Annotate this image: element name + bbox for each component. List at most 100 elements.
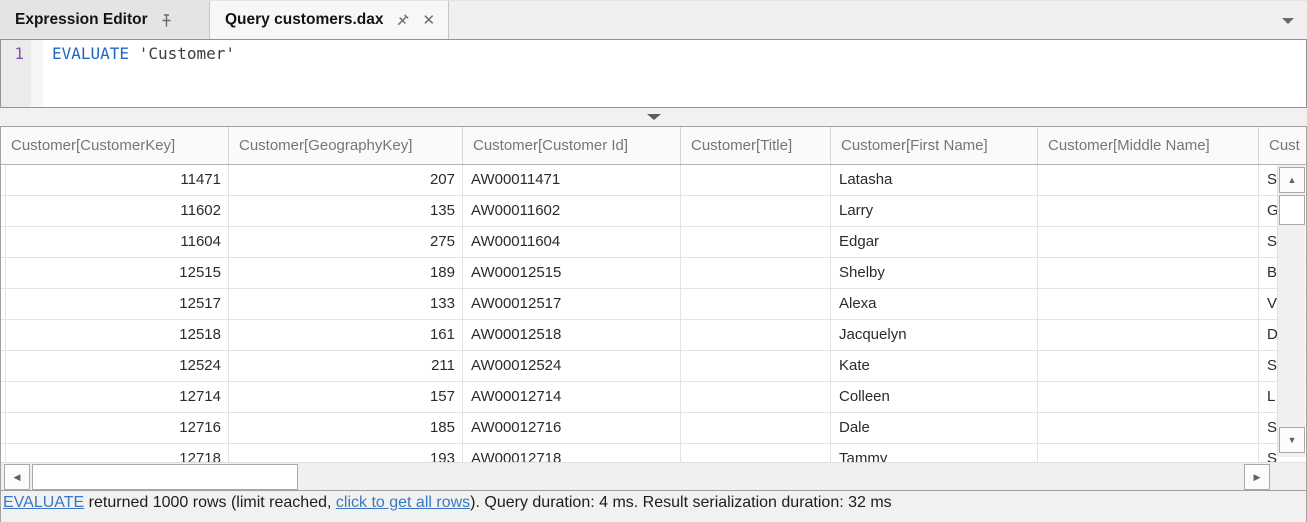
table-cell: AW00012714 <box>463 382 681 413</box>
table-cell: 12718 <box>6 444 229 462</box>
column-header[interactable]: Cust <box>1259 127 1306 164</box>
table-cell: 193 <box>229 444 463 462</box>
table-cell: AW00011602 <box>463 196 681 227</box>
gutter-margin <box>31 40 43 107</box>
pin-icon[interactable] <box>395 13 410 28</box>
table-cell: 12716 <box>6 413 229 444</box>
status-text: returned 1000 rows (limit reached, <box>84 494 336 511</box>
scroll-left-icon[interactable]: ◀ <box>4 464 30 490</box>
table-cell: Shelby <box>831 258 1038 289</box>
tab-label: Query customers.dax <box>225 11 384 29</box>
splitter-collapse-icon[interactable] <box>647 114 661 120</box>
dax-keyword: EVALUATE <box>52 44 129 63</box>
table-cell <box>681 196 831 227</box>
table-cell: 12515 <box>6 258 229 289</box>
table-row[interactable]: 12524211AW00012524KateS <box>1 351 1306 382</box>
scroll-right-icon[interactable]: ▶ <box>1244 464 1270 490</box>
query-results-panel: Customer[CustomerKey]Customer[GeographyK… <box>0 126 1307 522</box>
tab-bar: Expression Editor Query customers.dax ✕ <box>0 0 1307 39</box>
column-header[interactable]: Customer[Middle Name] <box>1038 127 1259 164</box>
table-row[interactable]: 11602135AW00011602LarryG <box>1 196 1306 227</box>
table-row[interactable]: 12718193AW00012718TammyS <box>1 444 1306 462</box>
table-cell <box>681 320 831 351</box>
table-cell: Colleen <box>831 382 1038 413</box>
scroll-up-icon[interactable]: ▲ <box>1279 167 1305 193</box>
table-cell: 275 <box>229 227 463 258</box>
table-cell: Larry <box>831 196 1038 227</box>
table-cell: Kate <box>831 351 1038 382</box>
tab-label: Expression Editor <box>15 11 148 29</box>
table-row[interactable]: 12518161AW00012518JacquelynD <box>1 320 1306 351</box>
dax-query-window: Expression Editor Query customers.dax ✕ <box>0 0 1307 522</box>
table-cell: 11602 <box>6 196 229 227</box>
horizontal-scrollbar-thumb[interactable] <box>32 464 298 490</box>
table-cell: AW00012718 <box>463 444 681 462</box>
table-cell <box>1038 382 1259 413</box>
table-cell: 133 <box>229 289 463 320</box>
table-cell: AW00012524 <box>463 351 681 382</box>
grid-header-row: Customer[CustomerKey]Customer[GeographyK… <box>1 127 1306 165</box>
tab-list-dropdown-icon[interactable] <box>1282 18 1294 24</box>
table-cell <box>1038 165 1259 196</box>
status-text: ). Query duration: 4 ms. Result serializ… <box>470 494 892 511</box>
tab-query-customers-dax[interactable]: Query customers.dax ✕ <box>210 1 449 39</box>
table-cell: Tammy <box>831 444 1038 462</box>
table-cell: AW00011604 <box>463 227 681 258</box>
table-cell: 161 <box>229 320 463 351</box>
status-bar: EVALUATE returned 1000 rows (limit reach… <box>1 490 1306 522</box>
get-all-rows-link[interactable]: click to get all rows <box>336 494 470 511</box>
vertical-scrollbar[interactable]: ▲ ▼ <box>1277 165 1305 457</box>
table-cell <box>681 444 831 462</box>
horizontal-scrollbar[interactable]: ◀ ▶ <box>1 462 1306 490</box>
table-row[interactable]: 11471207AW00011471LatashaS <box>1 165 1306 196</box>
tab-expression-editor[interactable]: Expression Editor <box>0 1 210 39</box>
table-cell: 11471 <box>6 165 229 196</box>
column-header[interactable]: Customer[Customer Id] <box>463 127 681 164</box>
table-cell <box>681 413 831 444</box>
vertical-scrollbar-thumb[interactable] <box>1279 195 1305 225</box>
table-cell: 12517 <box>6 289 229 320</box>
table-cell: 11604 <box>6 227 229 258</box>
table-cell <box>681 351 831 382</box>
table-cell <box>681 165 831 196</box>
pin-icon[interactable] <box>159 13 174 28</box>
table-cell <box>1038 320 1259 351</box>
table-row[interactable]: 12714157AW00012714ColleenL <box>1 382 1306 413</box>
table-row[interactable]: 11604275AW00011604EdgarS <box>1 227 1306 258</box>
code-editor[interactable]: EVALUATE 'Customer' <box>43 40 1306 107</box>
table-cell <box>1038 444 1259 462</box>
column-header[interactable]: Customer[Title] <box>681 127 831 164</box>
dax-table-reference: 'Customer' <box>139 44 235 63</box>
line-number-gutter: 1 <box>1 40 31 107</box>
table-cell: 12518 <box>6 320 229 351</box>
column-header[interactable]: Customer[GeographyKey] <box>229 127 463 164</box>
table-cell: AW00012517 <box>463 289 681 320</box>
close-icon[interactable]: ✕ <box>423 13 436 28</box>
table-cell: Dale <box>831 413 1038 444</box>
table-cell <box>1038 227 1259 258</box>
column-header[interactable]: Customer[CustomerKey] <box>1 127 229 164</box>
editor-results-splitter[interactable] <box>0 108 1307 126</box>
evaluate-link[interactable]: EVALUATE <box>3 494 84 511</box>
table-cell: Alexa <box>831 289 1038 320</box>
scroll-down-icon[interactable]: ▼ <box>1279 427 1305 453</box>
table-row[interactable]: 12517133AW00012517AlexaV <box>1 289 1306 320</box>
table-row[interactable]: 12515189AW00012515ShelbyB <box>1 258 1306 289</box>
table-cell: 185 <box>229 413 463 444</box>
table-cell: AW00011471 <box>463 165 681 196</box>
grid-body: 11471207AW00011471LatashaS11602135AW0001… <box>1 165 1306 462</box>
table-cell <box>681 289 831 320</box>
line-number: 1 <box>14 44 24 63</box>
column-header[interactable]: Customer[First Name] <box>831 127 1038 164</box>
table-cell <box>1038 196 1259 227</box>
table-cell <box>1038 258 1259 289</box>
table-cell <box>1038 351 1259 382</box>
table-cell: AW00012716 <box>463 413 681 444</box>
table-cell: 135 <box>229 196 463 227</box>
table-cell: 189 <box>229 258 463 289</box>
table-cell: 12714 <box>6 382 229 413</box>
table-cell: Edgar <box>831 227 1038 258</box>
table-cell <box>681 227 831 258</box>
table-cell: Jacquelyn <box>831 320 1038 351</box>
table-row[interactable]: 12716185AW00012716DaleS <box>1 413 1306 444</box>
